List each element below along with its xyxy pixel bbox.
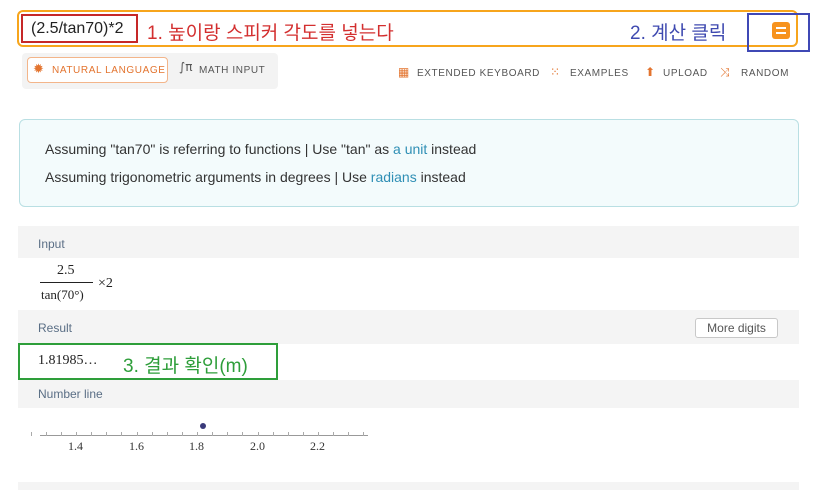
number-line-tick	[258, 432, 259, 436]
assumption-1-suffix: instead	[427, 141, 477, 157]
number-line-tick	[76, 432, 77, 436]
number-line-tick	[167, 432, 168, 436]
result-pod-title: Result	[38, 321, 73, 335]
random-button[interactable]: RANDOM	[741, 68, 789, 79]
search-input[interactable]: (2.5/tan70)*2	[21, 14, 138, 43]
number-line-tick	[227, 432, 228, 436]
fraction-bar	[40, 282, 93, 283]
annotation-step1: 1. 높이랑 스피커 각도를 넣는다	[147, 23, 394, 44]
number-line-tick	[121, 432, 122, 436]
annotation-step2: 2. 계산 클릭	[630, 23, 727, 44]
number-line-label: 2.0	[250, 439, 265, 453]
fraction-numerator: 2.5	[57, 263, 75, 278]
number-line-pod-title: Number line	[38, 387, 103, 401]
number-line-point	[200, 423, 206, 429]
number-line-tick	[106, 432, 107, 436]
number-line-tick	[46, 432, 47, 436]
number-line-label: 1.8	[189, 439, 204, 453]
number-line-label: 1.4	[68, 439, 83, 453]
result-value: 1.81985…	[38, 353, 98, 368]
number-line-tick	[152, 432, 153, 436]
assumption-line-2: Assuming trigonometric arguments in degr…	[45, 169, 466, 185]
tab-math-input[interactable]: MATH INPUT	[199, 65, 265, 76]
assumption-2-suffix: instead	[416, 169, 466, 185]
assumption-line-1: Assuming "tan70" is referring to functio…	[45, 141, 476, 157]
equals-icon-bar	[776, 32, 786, 34]
keyboard-icon[interactable]: ▦	[398, 66, 409, 78]
input-pod-body	[18, 258, 799, 310]
number-line-tick	[333, 432, 334, 436]
number-line-tick	[61, 432, 62, 436]
equals-icon	[776, 27, 786, 29]
number-line-tick	[318, 432, 319, 436]
number-line-tick	[182, 432, 183, 436]
tab-natural-language-label[interactable]: NATURAL LANGUAGE	[52, 65, 166, 76]
input-pod-title: Input	[38, 237, 65, 251]
math-input-icon: ∫π	[179, 60, 193, 74]
gear-icon: ✹	[33, 61, 44, 76]
upload-button[interactable]: UPLOAD	[663, 68, 708, 79]
number-line-tick	[31, 432, 32, 436]
multiplier: ×2	[98, 276, 113, 291]
more-digits-button[interactable]: More digits	[695, 318, 778, 338]
number-line-tick	[91, 432, 92, 436]
compute-button[interactable]	[772, 22, 790, 39]
use-radians-link[interactable]: radians	[371, 169, 417, 185]
number-line-tick	[273, 432, 274, 436]
number-line-label: 1.6	[129, 439, 144, 453]
number-line-tick	[242, 432, 243, 436]
examples-grid-icon[interactable]: ⁙	[550, 66, 560, 78]
extended-keyboard-button[interactable]: EXTENDED KEYBOARD	[417, 68, 540, 79]
number-line-tick	[288, 432, 289, 436]
assumptions-box	[19, 119, 799, 207]
use-unit-link[interactable]: a unit	[393, 141, 427, 157]
number-line-tick	[303, 432, 304, 436]
assumption-2-text: Assuming trigonometric arguments in degr…	[45, 169, 371, 185]
shuffle-icon[interactable]: ⤨	[720, 66, 730, 78]
number-line-tick	[212, 432, 213, 436]
annotation-step3: 3. 결과 확인(m)	[123, 356, 248, 377]
number-line-tick	[348, 432, 349, 436]
number-line-label: 2.2	[310, 439, 325, 453]
number-line-tick	[137, 432, 138, 436]
number-line-tick	[363, 432, 364, 436]
upload-icon[interactable]: ⬆	[645, 66, 655, 78]
examples-button[interactable]: EXAMPLES	[570, 68, 629, 79]
number-line-tick	[197, 432, 198, 436]
assumption-1-text: Assuming "tan70" is referring to functio…	[45, 141, 394, 157]
fraction-denominator: tan(70°)	[41, 287, 84, 302]
